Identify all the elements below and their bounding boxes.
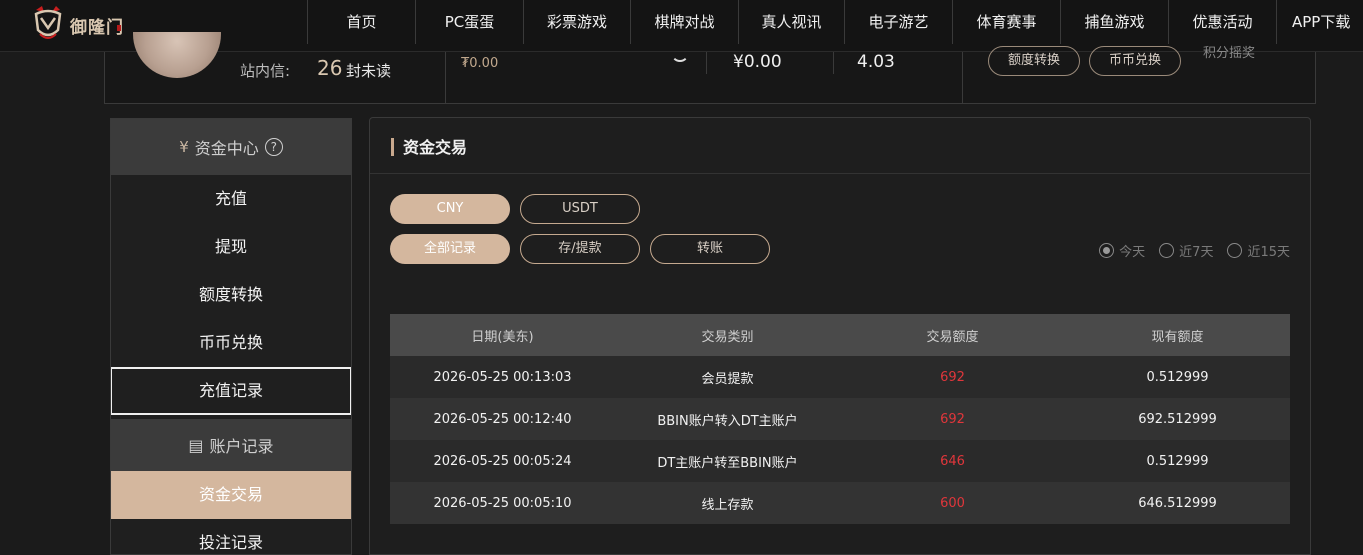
nav-lottery[interactable]: 彩票游戏 xyxy=(523,0,630,44)
transactions-panel: 资金交易 CNY USDT 全部记录 存/提款 转账 今天 近7天 近15天 日… xyxy=(369,117,1311,555)
avatar[interactable] xyxy=(133,32,221,78)
radio-icon xyxy=(1227,243,1243,258)
col-type: 交易类别 xyxy=(615,314,840,356)
sidebar-item-transactions[interactable]: 资金交易 xyxy=(111,471,351,519)
cell-amount: 646 xyxy=(840,440,1065,482)
exchange-button[interactable]: 币币兑换 xyxy=(1089,46,1181,76)
period-7-days[interactable]: 近7天 xyxy=(1159,241,1213,260)
table-header-row: 日期(美东) 交易类别 交易额度 现有额度 xyxy=(390,314,1290,356)
sidebar-item-transfer[interactable]: 额度转换 xyxy=(111,271,351,319)
nav-app-download[interactable]: APP下载 xyxy=(1276,0,1355,44)
col-balance: 现有额度 xyxy=(1065,314,1290,356)
other-balance: 4.03 xyxy=(857,52,895,72)
sidebar-item-deposit[interactable]: 充值 xyxy=(111,175,351,223)
cell-date: 2026-05-25 00:05:24 xyxy=(390,440,615,482)
nav-pc-dandan[interactable]: PC蛋蛋 xyxy=(415,0,523,44)
table-row: 2026-05-25 00:13:03 会员提款 692 0.512999 xyxy=(390,356,1290,398)
divider xyxy=(962,52,963,104)
currency-tab-usdt[interactable]: USDT xyxy=(520,194,640,224)
divider xyxy=(833,52,834,74)
filter-tab-all[interactable]: 全部记录 xyxy=(390,234,510,264)
nav-sports[interactable]: 体育赛事 xyxy=(952,0,1060,44)
title-accent-bar xyxy=(391,138,394,156)
cell-type: 会员提款 xyxy=(615,356,840,398)
mail-label: 站内信: xyxy=(240,62,291,80)
period-today[interactable]: 今天 xyxy=(1099,241,1145,260)
page-title: 资金交易 xyxy=(403,138,468,157)
col-amount: 交易额度 xyxy=(840,314,1065,356)
table-row: 2026-05-25 00:12:40 BBIN账户转入DT主账户 692 69… xyxy=(390,398,1290,440)
cell-amount: 692 xyxy=(840,356,1065,398)
divider xyxy=(445,52,446,104)
cell-balance: 692.512999 xyxy=(1065,398,1290,440)
period-filter: 今天 近7天 近15天 xyxy=(1099,241,1290,260)
period-today-label: 今天 xyxy=(1119,245,1146,260)
filter-tab-transfer[interactable]: 转账 xyxy=(650,234,770,264)
cell-type: DT主账户转至BBIN账户 xyxy=(615,440,840,482)
brand-seal xyxy=(117,25,121,31)
brand-name: 御隆门 xyxy=(70,18,124,38)
nav-live-casino[interactable]: 真人视讯 xyxy=(738,0,844,44)
sidebar-section-account: ▤ 账户记录 xyxy=(111,419,351,471)
sidebar-section-account-label: 账户记录 xyxy=(209,437,274,456)
nav-home[interactable]: 首页 xyxy=(307,0,415,44)
document-icon: ▤ xyxy=(188,435,204,455)
radio-selected-icon xyxy=(1099,243,1115,258)
yuan-icon: ¥ xyxy=(179,138,189,156)
cell-date: 2026-05-25 00:05:10 xyxy=(390,482,615,524)
filter-tab-deposit-withdraw[interactable]: 存/提款 xyxy=(520,234,640,264)
refresh-icon[interactable] xyxy=(671,44,689,62)
points-lottery-link[interactable]: 积分摇奖 xyxy=(1203,42,1255,61)
cell-amount: 600 xyxy=(840,482,1065,524)
nav-fishing[interactable]: 捕鱼游戏 xyxy=(1060,0,1168,44)
sidebar-item-deposit-records[interactable]: 充值记录 xyxy=(111,367,351,415)
brand-logo[interactable]: 御隆门 xyxy=(30,4,125,44)
table-row: 2026-05-25 00:05:24 DT主账户转至BBIN账户 646 0.… xyxy=(390,440,1290,482)
cell-date: 2026-05-25 00:13:03 xyxy=(390,356,615,398)
cell-amount: 692 xyxy=(840,398,1065,440)
cell-balance: 646.512999 xyxy=(1065,482,1290,524)
nav-promotions[interactable]: 优惠活动 xyxy=(1168,0,1276,44)
cell-balance: 0.512999 xyxy=(1065,440,1290,482)
logo-mark-icon xyxy=(34,6,62,39)
col-date: 日期(美东) xyxy=(390,314,615,356)
cell-balance: 0.512999 xyxy=(1065,356,1290,398)
mail-unread-label: 封未读 xyxy=(346,62,392,80)
sidebar: ¥ 资金中心 ? 充值 提现 额度转换 币币兑换 充值记录 ▤ 账户记录 资金交… xyxy=(110,118,352,555)
user-info-strip: 站内信: 26 封未读 ₮0.00 ¥0.00 4.03 额度转换 币币兑换 积… xyxy=(104,32,1316,104)
cell-type: BBIN账户转入DT主账户 xyxy=(615,398,840,440)
nav-slots[interactable]: 电子游艺 xyxy=(844,0,952,44)
help-icon[interactable]: ? xyxy=(264,138,283,156)
mail-count[interactable]: 26 xyxy=(317,56,342,80)
nav-card-games[interactable]: 棋牌对战 xyxy=(630,0,738,44)
period-15-days[interactable]: 近15天 xyxy=(1227,241,1290,260)
table-row: 2026-05-25 00:05:10 线上存款 600 646.512999 xyxy=(390,482,1290,524)
sidebar-section-funds-label: 资金中心 xyxy=(194,139,259,158)
transactions-table: 日期(美东) 交易类别 交易额度 现有额度 2026-05-25 00:13:0… xyxy=(390,314,1290,524)
sidebar-item-bet-records[interactable]: 投注记录 xyxy=(111,519,351,554)
currency-tab-cny[interactable]: CNY xyxy=(390,194,510,224)
transfer-button[interactable]: 额度转换 xyxy=(988,46,1080,76)
cny-balance: ¥0.00 xyxy=(733,52,782,72)
sidebar-item-withdraw[interactable]: 提现 xyxy=(111,223,351,271)
cell-date: 2026-05-25 00:12:40 xyxy=(390,398,615,440)
main-menu: 首页 PC蛋蛋 彩票游戏 棋牌对战 真人视讯 电子游艺 体育赛事 捕鱼游戏 优惠… xyxy=(307,0,1355,44)
divider xyxy=(706,52,707,74)
period-15-days-label: 近15天 xyxy=(1247,245,1290,260)
panel-header: 资金交易 xyxy=(370,118,1310,174)
sidebar-section-funds: ¥ 资金中心 ? xyxy=(111,119,351,175)
cell-type: 线上存款 xyxy=(615,482,840,524)
radio-icon xyxy=(1159,243,1175,258)
sidebar-item-coin-exchange[interactable]: 币币兑换 xyxy=(111,319,351,367)
usdt-balance: ₮0.00 xyxy=(461,56,499,71)
period-7-days-label: 近7天 xyxy=(1179,245,1214,260)
